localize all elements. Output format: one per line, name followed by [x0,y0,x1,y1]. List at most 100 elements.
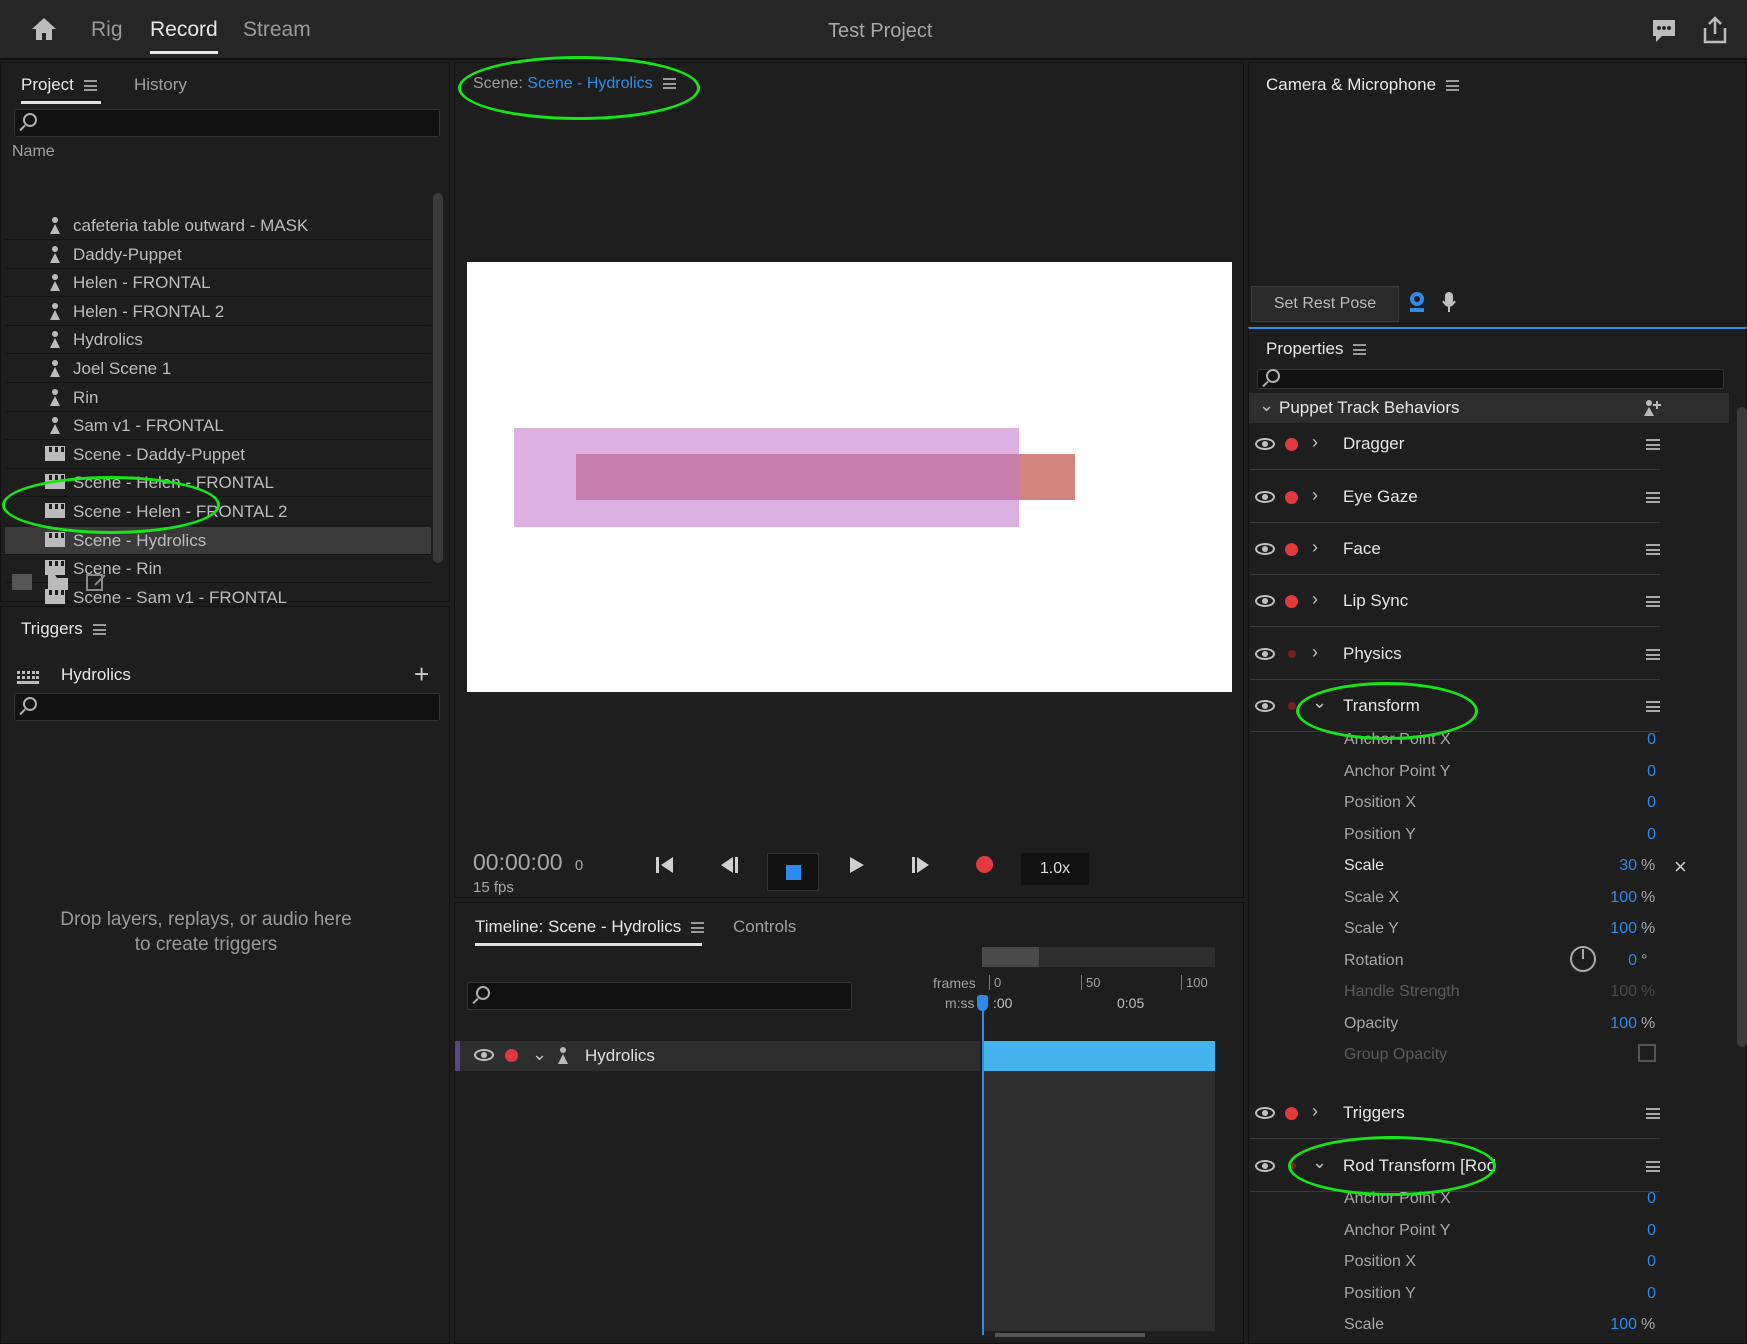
ruler-overview[interactable] [982,947,1215,967]
project-item[interactable]: Helen - FRONTAL [5,269,431,298]
tab-controls[interactable]: Controls [733,917,796,937]
param-value[interactable]: 100 [1577,889,1637,907]
nav-stream[interactable]: Stream [243,18,311,42]
eye-icon[interactable] [1255,700,1275,712]
behavior-menu-icon[interactable] [1646,1108,1660,1119]
chevron-right-icon[interactable]: › [1312,589,1318,610]
eye-icon[interactable] [474,1049,494,1061]
record-arm-icon[interactable] [1285,438,1298,451]
behavior-menu-icon[interactable] [1646,439,1660,450]
behavior-menu-icon[interactable] [1646,701,1660,712]
tab-timeline[interactable]: Timeline: Scene - Hydrolics [475,917,705,937]
properties-search-input[interactable] [1257,369,1724,389]
microphone-icon[interactable] [1441,291,1457,318]
trigger-item-name[interactable]: Hydrolics [61,665,131,685]
project-item[interactable]: Joel Scene 1 [5,355,431,383]
feedback-icon[interactable] [1650,18,1678,49]
project-item[interactable]: Daddy-Puppet [5,241,431,269]
record-arm-icon[interactable] [1285,543,1298,556]
scene-canvas[interactable] [467,262,1232,692]
record-arm-icon[interactable] [1285,491,1298,504]
record-arm-icon[interactable] [1288,702,1296,710]
param-value[interactable]: 100 [1577,1316,1637,1334]
chevron-right-icon[interactable]: › [1312,1101,1318,1122]
timeline-search-input[interactable] [467,982,852,1010]
param-value[interactable]: 0 [1596,826,1656,844]
behavior-row[interactable]: › Dragger [1250,418,1660,470]
add-trigger-icon[interactable]: + [414,659,429,690]
record-arm-icon[interactable] [1285,595,1298,608]
record-button[interactable] [976,856,993,873]
step-forward-button[interactable] [910,856,930,880]
behavior-row[interactable]: › Lip Sync [1250,575,1660,627]
speed-button[interactable]: 1.0x [1021,853,1089,885]
eye-icon[interactable] [1255,1160,1275,1172]
param-value[interactable]: 0 [1596,731,1656,749]
stop-button[interactable] [767,853,819,891]
param-value[interactable]: 100 [1577,1015,1637,1033]
nav-rig[interactable]: Rig [91,18,123,42]
param-value[interactable]: 30 [1577,857,1637,875]
project-item[interactable]: Scene - Daddy-Puppet [5,441,431,469]
eye-icon[interactable] [1255,648,1275,660]
chevron-right-icon[interactable]: › [1312,432,1318,453]
param-value[interactable]: 100 [1577,983,1637,1001]
chevron-down-icon[interactable]: ⌄ [532,1044,547,1065]
behavior-row[interactable]: › Face [1250,523,1660,575]
param-value[interactable]: 0 [1596,1190,1656,1208]
chevron-right-icon[interactable]: › [1312,485,1318,506]
rotation-dial-icon[interactable] [1570,945,1596,972]
chevron-down-icon[interactable]: ⌄ [1259,395,1274,416]
properties-scrollbar[interactable] [1737,407,1747,1047]
project-item[interactable]: Rin [5,384,431,412]
step-back-button[interactable] [720,856,740,880]
param-value[interactable]: 0 [1596,794,1656,812]
param-value[interactable]: 100 [1577,920,1637,938]
tab-project[interactable]: Project [21,75,97,95]
close-icon[interactable]: × [1674,854,1687,880]
behavior-row[interactable]: › Triggers [1250,1087,1660,1139]
column-header-name[interactable]: Name [12,143,55,161]
new-scene-icon[interactable] [11,573,33,596]
record-arm-icon[interactable] [505,1049,518,1062]
behavior-row[interactable]: › Eye Gaze [1250,471,1660,523]
chevron-right-icon[interactable]: › [1312,642,1318,663]
behavior-menu-icon[interactable] [1646,1161,1660,1172]
track-area[interactable] [982,1041,1215,1331]
eye-icon[interactable] [1255,595,1275,607]
project-item[interactable]: Hydrolics [5,326,431,355]
project-item[interactable]: cafeteria table outward - MASK [5,212,431,240]
eye-icon[interactable] [1255,1107,1275,1119]
behavior-menu-icon[interactable] [1646,596,1660,607]
project-item[interactable]: Helen - FRONTAL 2 [5,298,431,326]
scrollbar[interactable] [433,193,443,563]
play-button[interactable] [848,856,866,880]
track-clip[interactable] [982,1041,1215,1071]
project-item[interactable]: Sam v1 - FRONTAL [5,412,431,441]
behavior-menu-icon[interactable] [1646,544,1660,555]
param-value[interactable]: 0 [1596,1253,1656,1271]
ruler-overview-window[interactable] [982,947,1039,967]
eye-icon[interactable] [1255,543,1275,555]
tab-history[interactable]: History [134,75,187,95]
playhead[interactable] [982,995,984,1335]
record-arm-icon[interactable] [1285,1107,1298,1120]
edit-icon[interactable] [85,573,107,596]
record-arm-icon[interactable] [1288,650,1296,658]
triggers-title[interactable]: Triggers [21,619,106,639]
param-value[interactable]: 0 [1596,1222,1656,1240]
chevron-right-icon[interactable]: › [1312,537,1318,558]
eye-icon[interactable] [1255,491,1275,503]
behavior-menu-icon[interactable] [1646,492,1660,503]
param-value[interactable]: 0 [1596,763,1656,781]
behavior-menu-icon[interactable] [1646,649,1660,660]
share-icon[interactable] [1702,16,1728,49]
folder-icon[interactable] [47,573,69,596]
zoom-slider[interactable] [995,1333,1145,1337]
set-rest-pose-button[interactable]: Set Rest Pose [1251,286,1399,322]
behavior-row[interactable]: › Physics [1250,628,1660,680]
group-opacity-checkbox[interactable] [1638,1044,1656,1062]
nav-record[interactable]: Record [150,18,218,54]
track-row[interactable]: ⌄ Hydrolics [455,1041,980,1071]
properties-title[interactable]: Properties [1266,339,1367,359]
